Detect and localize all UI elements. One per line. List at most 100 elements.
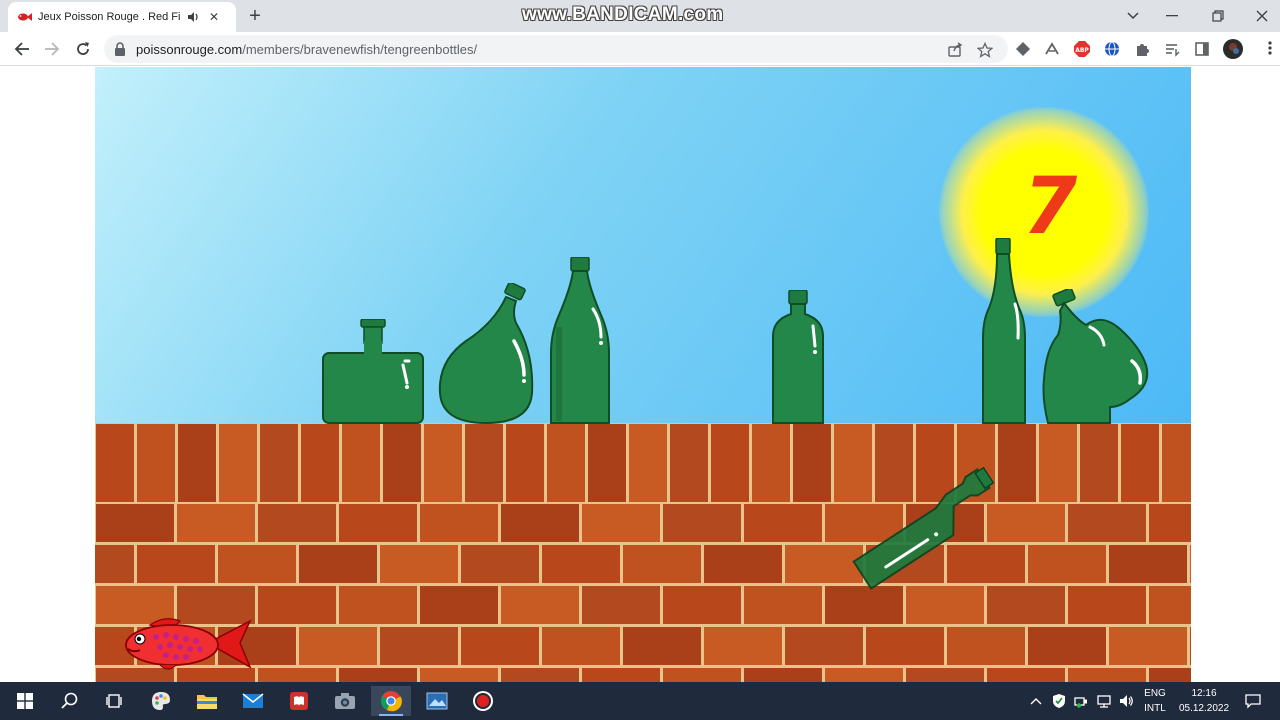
recorder-watermark: www.BANDICAM.com	[522, 4, 724, 25]
green-bottle[interactable]	[436, 283, 536, 425]
extension-icon[interactable]	[1014, 40, 1032, 58]
tray-overflow-chevron-icon[interactable]	[1027, 692, 1045, 710]
task-view-icon[interactable]	[95, 686, 135, 716]
new-tab-button[interactable]: +	[244, 6, 266, 28]
bookmark-star-icon[interactable]	[976, 41, 994, 59]
green-bottle[interactable]	[549, 257, 611, 425]
brick	[670, 424, 708, 502]
brick	[178, 424, 216, 502]
globe-extension-icon[interactable]	[1103, 40, 1121, 58]
svg-text:ABP: ABP	[1075, 47, 1089, 54]
brick	[258, 586, 336, 624]
ten-green-bottles-game[interactable]: 7	[95, 67, 1191, 683]
green-bottle[interactable]	[1040, 289, 1152, 425]
paint-palette-icon[interactable]	[141, 686, 181, 716]
brick	[906, 586, 984, 624]
extension-icon[interactable]	[1043, 40, 1061, 58]
brick	[752, 424, 790, 502]
address-bar[interactable]: poissonrouge.com/members/bravenewfish/te…	[104, 35, 1008, 63]
brick	[501, 504, 579, 542]
falling-green-bottle	[852, 466, 995, 590]
screen: Jeux Poisson Rouge . Red Fis ✕ + www.BAN…	[0, 0, 1280, 720]
close-window-button[interactable]	[1252, 6, 1272, 26]
adblock-plus-icon[interactable]: ABP	[1073, 40, 1091, 58]
reload-icon[interactable]	[72, 38, 94, 60]
file-explorer-icon[interactable]	[187, 686, 227, 716]
brick	[461, 627, 539, 665]
forward-arrow-icon[interactable]	[41, 38, 63, 60]
brick-wall	[95, 423, 1191, 683]
brick	[947, 627, 1025, 665]
brick	[793, 424, 831, 502]
browser-tab[interactable]: Jeux Poisson Rouge . Red Fis ✕	[8, 2, 236, 32]
reading-list-icon[interactable]	[1163, 40, 1181, 58]
language-code: ENG	[1144, 688, 1166, 699]
brick	[501, 668, 579, 683]
brick	[299, 627, 377, 665]
brick	[623, 545, 701, 583]
brick	[339, 586, 417, 624]
taskbar-clock[interactable]: 12:16 05.12.2022	[1174, 686, 1234, 716]
brick	[506, 424, 544, 502]
usb-device-icon[interactable]	[1072, 692, 1090, 710]
green-bottle[interactable]	[771, 290, 827, 425]
mail-icon[interactable]	[233, 686, 273, 716]
brick	[582, 586, 660, 624]
green-bottle[interactable]	[981, 238, 1027, 425]
brick	[1109, 545, 1187, 583]
restore-button[interactable]	[1208, 6, 1228, 26]
brick	[342, 424, 380, 502]
brick	[137, 424, 175, 502]
chrome-taskbar-icon[interactable]	[371, 686, 411, 716]
brick	[1149, 586, 1191, 624]
notifications-icon[interactable]	[1244, 692, 1262, 710]
profile-avatar[interactable]	[1223, 39, 1243, 59]
brick	[258, 668, 336, 683]
back-arrow-icon[interactable]	[11, 38, 33, 60]
reader-app-icon[interactable]	[279, 686, 319, 716]
brick	[218, 545, 296, 583]
network-icon[interactable]	[1095, 692, 1113, 710]
input-language-indicator[interactable]: ENG INTL	[1140, 686, 1170, 716]
brick	[219, 424, 257, 502]
side-panel-icon[interactable]	[1193, 40, 1211, 58]
brick	[461, 545, 539, 583]
brick	[987, 586, 1065, 624]
red-fish-mascot[interactable]	[120, 615, 252, 673]
brick	[785, 627, 863, 665]
extensions-puzzle-icon[interactable]	[1133, 40, 1151, 58]
active-app-indicator	[379, 714, 403, 716]
bandicam-record-icon[interactable]	[463, 686, 503, 716]
share-icon[interactable]	[946, 41, 964, 59]
volume-speaker-icon[interactable]	[1117, 692, 1135, 710]
url-path: /members/bravenewfish/tengreenbottles/	[242, 41, 478, 57]
brick	[420, 586, 498, 624]
security-shield-icon[interactable]	[1050, 692, 1068, 710]
brick	[301, 424, 339, 502]
close-tab-icon[interactable]: ✕	[206, 9, 222, 25]
url-host: poissonrouge.com	[136, 41, 243, 57]
lock-icon[interactable]	[114, 42, 128, 56]
windows-start-icon[interactable]	[5, 686, 45, 716]
brick	[339, 668, 417, 683]
tab-search-chevron-icon[interactable]	[1123, 6, 1143, 26]
brick	[1080, 424, 1118, 502]
speaker-icon[interactable]	[186, 10, 200, 24]
brick	[1039, 424, 1077, 502]
brick	[260, 424, 298, 502]
brick	[663, 586, 741, 624]
chrome-menu-icon[interactable]	[1262, 40, 1278, 56]
camera-icon[interactable]	[325, 686, 365, 716]
brick	[704, 545, 782, 583]
photos-app-icon[interactable]	[417, 686, 457, 716]
search-icon[interactable]	[50, 686, 90, 716]
minimize-button[interactable]	[1162, 6, 1182, 26]
brick	[825, 586, 903, 624]
brick	[987, 668, 1065, 683]
green-bottle[interactable]	[321, 319, 425, 425]
browser-toolbar: poissonrouge.com/members/bravenewfish/te…	[0, 32, 1280, 66]
brick	[420, 668, 498, 683]
brick	[1190, 545, 1191, 583]
brick	[1121, 424, 1159, 502]
brick	[1162, 424, 1191, 502]
